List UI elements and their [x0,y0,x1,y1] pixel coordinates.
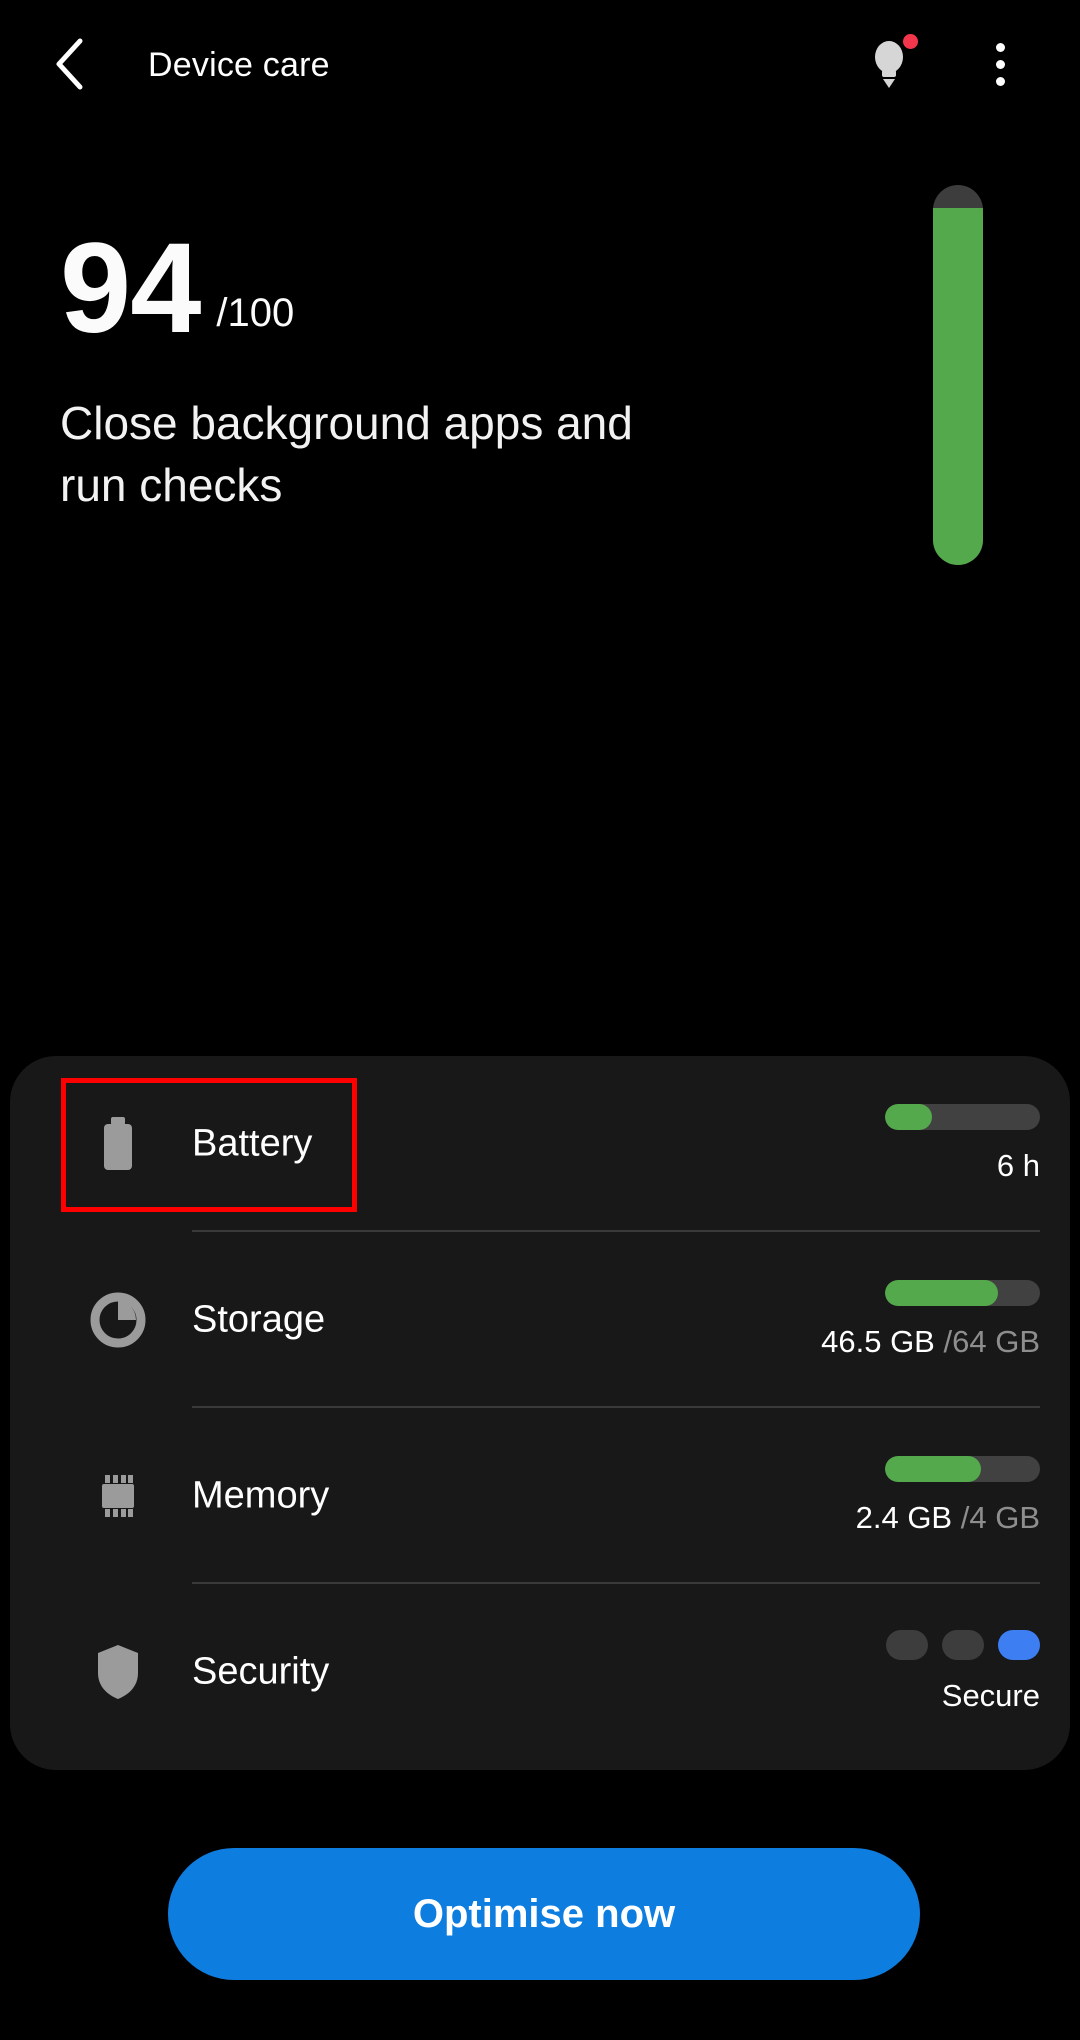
memory-bar-track [885,1456,1040,1482]
battery-bar-track [885,1104,1040,1130]
battery-value: 6 h [996,1148,1040,1183]
security-segment-2 [942,1630,984,1660]
list-item-label: Security [192,1650,330,1693]
list-item-memory[interactable]: Memory 2.4 GB /4 GB [10,1408,1070,1584]
memory-chip-icon [88,1466,148,1526]
list-item-label: Battery [192,1122,313,1165]
overflow-dot-2-icon [995,59,1005,69]
list-item-battery[interactable]: Battery 6 h [10,1056,1070,1232]
score-gauge-track [933,185,983,565]
security-segment-3 [998,1630,1040,1660]
device-care-screen: Device care 94 /100 Close background app… [0,0,1080,2040]
battery-icon [88,1114,148,1174]
battery-bar-fill [885,1104,932,1130]
score-gauge-fill [933,207,983,565]
battery-status: 6 h [885,1104,1040,1184]
optimise-now-button[interactable]: Optimise now [168,1848,920,1980]
score-value: 94 [60,217,201,360]
overflow-dot-3-icon [995,76,1005,86]
shield-icon [88,1642,148,1702]
storage-bar-fill [885,1280,999,1306]
tips-button[interactable] [860,32,924,96]
security-segment-1 [886,1630,928,1660]
storage-bar-track [885,1280,1040,1306]
security-segments [886,1630,1040,1660]
list-item-label: Memory [192,1474,330,1517]
list-item-label: Storage [192,1298,326,1341]
chevron-left-icon [56,38,83,90]
overflow-dot-1-icon [995,42,1005,52]
app-bar: Device care [0,0,1080,128]
score-section: 94 /100 Close background apps and run ch… [60,217,820,516]
back-button[interactable] [40,34,100,94]
security-value: Secure [941,1678,1040,1713]
memory-value: 2.4 GB /4 GB [855,1500,1040,1535]
memory-bar-fill [885,1456,982,1482]
score-total: /100 [216,290,295,335]
score-line: 94 /100 [60,217,820,360]
memory-status: 2.4 GB /4 GB [856,1456,1040,1536]
more-options-button[interactable] [968,32,1032,96]
notification-dot-icon [903,34,918,49]
storage-value: 46.5 GB /64 GB [821,1324,1040,1359]
security-status: Secure [886,1630,1040,1714]
device-status-card: Battery 6 h Storage 46.5 GB /64 GB Memor… [10,1056,1070,1770]
storage-status: 46.5 GB /64 GB [821,1280,1040,1360]
score-subtitle: Close background apps and run checks [60,396,633,511]
pie-chart-icon [88,1290,148,1350]
page-title: Device care [148,46,330,84]
list-item-security[interactable]: Security Secure [10,1584,1070,1760]
list-item-storage[interactable]: Storage 46.5 GB /64 GB [10,1232,1070,1408]
